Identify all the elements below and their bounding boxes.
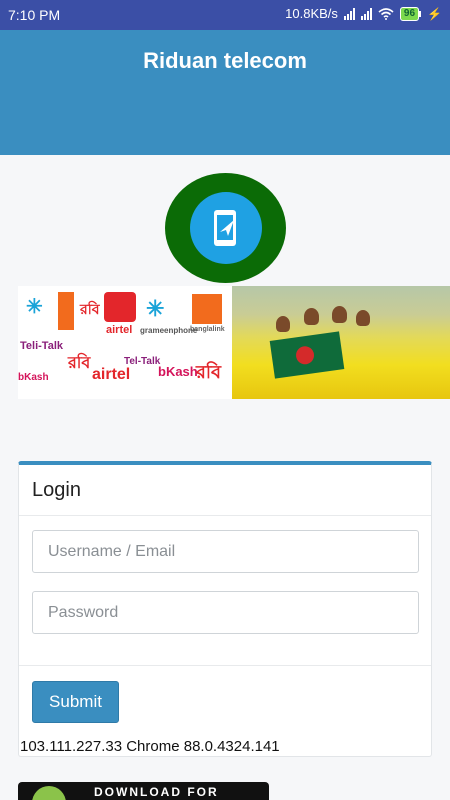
robi-logo-2: রবি [68, 355, 91, 372]
grameenphone-label: grameenphone [140, 326, 198, 335]
grameenphone-logo: ✳ [26, 296, 43, 318]
app-title: Riduan telecom [143, 48, 307, 73]
login-card: Login Submit 103.111.227.33 Chrome 88.0.… [18, 461, 432, 757]
airtel-logo-2: airtel [92, 366, 131, 383]
status-icons: 10.8KB/s 96 ⚡ [285, 6, 442, 21]
status-time: 7:10 PM [8, 7, 61, 23]
submit-button[interactable]: Submit [32, 681, 119, 723]
wifi-icon [378, 7, 394, 20]
client-info: 103.111.227.33 Chrome 88.0.4324.141 [20, 738, 280, 755]
teletalk-logo-2: Tel-Talk [124, 356, 161, 367]
mustard-field-photo [232, 286, 450, 399]
charging-icon: ⚡ [427, 6, 442, 21]
logo-inner [189, 192, 262, 264]
gp-logo-2: ✳ [146, 296, 165, 321]
username-input[interactable] [32, 530, 419, 573]
teletalk-logo: Teli-Talk [20, 340, 63, 352]
bangladesh-flag [269, 331, 345, 379]
password-input[interactable] [32, 591, 419, 634]
airtel-logo: airtel [106, 324, 133, 336]
card-divider-top [19, 515, 431, 516]
signal-icon-2 [360, 7, 372, 20]
status-bar: 7:10 PM 10.8KB/s 96 ⚡ [0, 0, 450, 30]
robi-logo: রবি [80, 301, 100, 317]
app-logo [165, 173, 286, 283]
operators-banner: ✳ রবি airtel ✳ grameenphone banglalink T… [18, 286, 450, 399]
robi-logo-3: রবি [196, 362, 222, 382]
bkash-logo-2: bKash [158, 364, 198, 379]
app-header: Riduan telecom [0, 30, 450, 155]
login-title: Login [32, 479, 81, 501]
banglalink-label: banglalink [190, 326, 225, 333]
download-app-badge[interactable]: DOWNLOAD FOR [18, 782, 269, 800]
bkash-logo: bKash [18, 372, 49, 383]
phone-send-icon [213, 210, 236, 246]
operators-collage: ✳ রবি airtel ✳ grameenphone banglalink T… [18, 286, 232, 399]
download-label: DOWNLOAD FOR [94, 785, 219, 799]
battery-icon: 96 [399, 6, 422, 21]
card-divider-bottom [19, 665, 431, 666]
signal-icon [343, 7, 355, 20]
android-icon [32, 786, 66, 800]
network-speed: 10.8KB/s [285, 6, 338, 21]
battery-level: 96 [399, 6, 420, 21]
